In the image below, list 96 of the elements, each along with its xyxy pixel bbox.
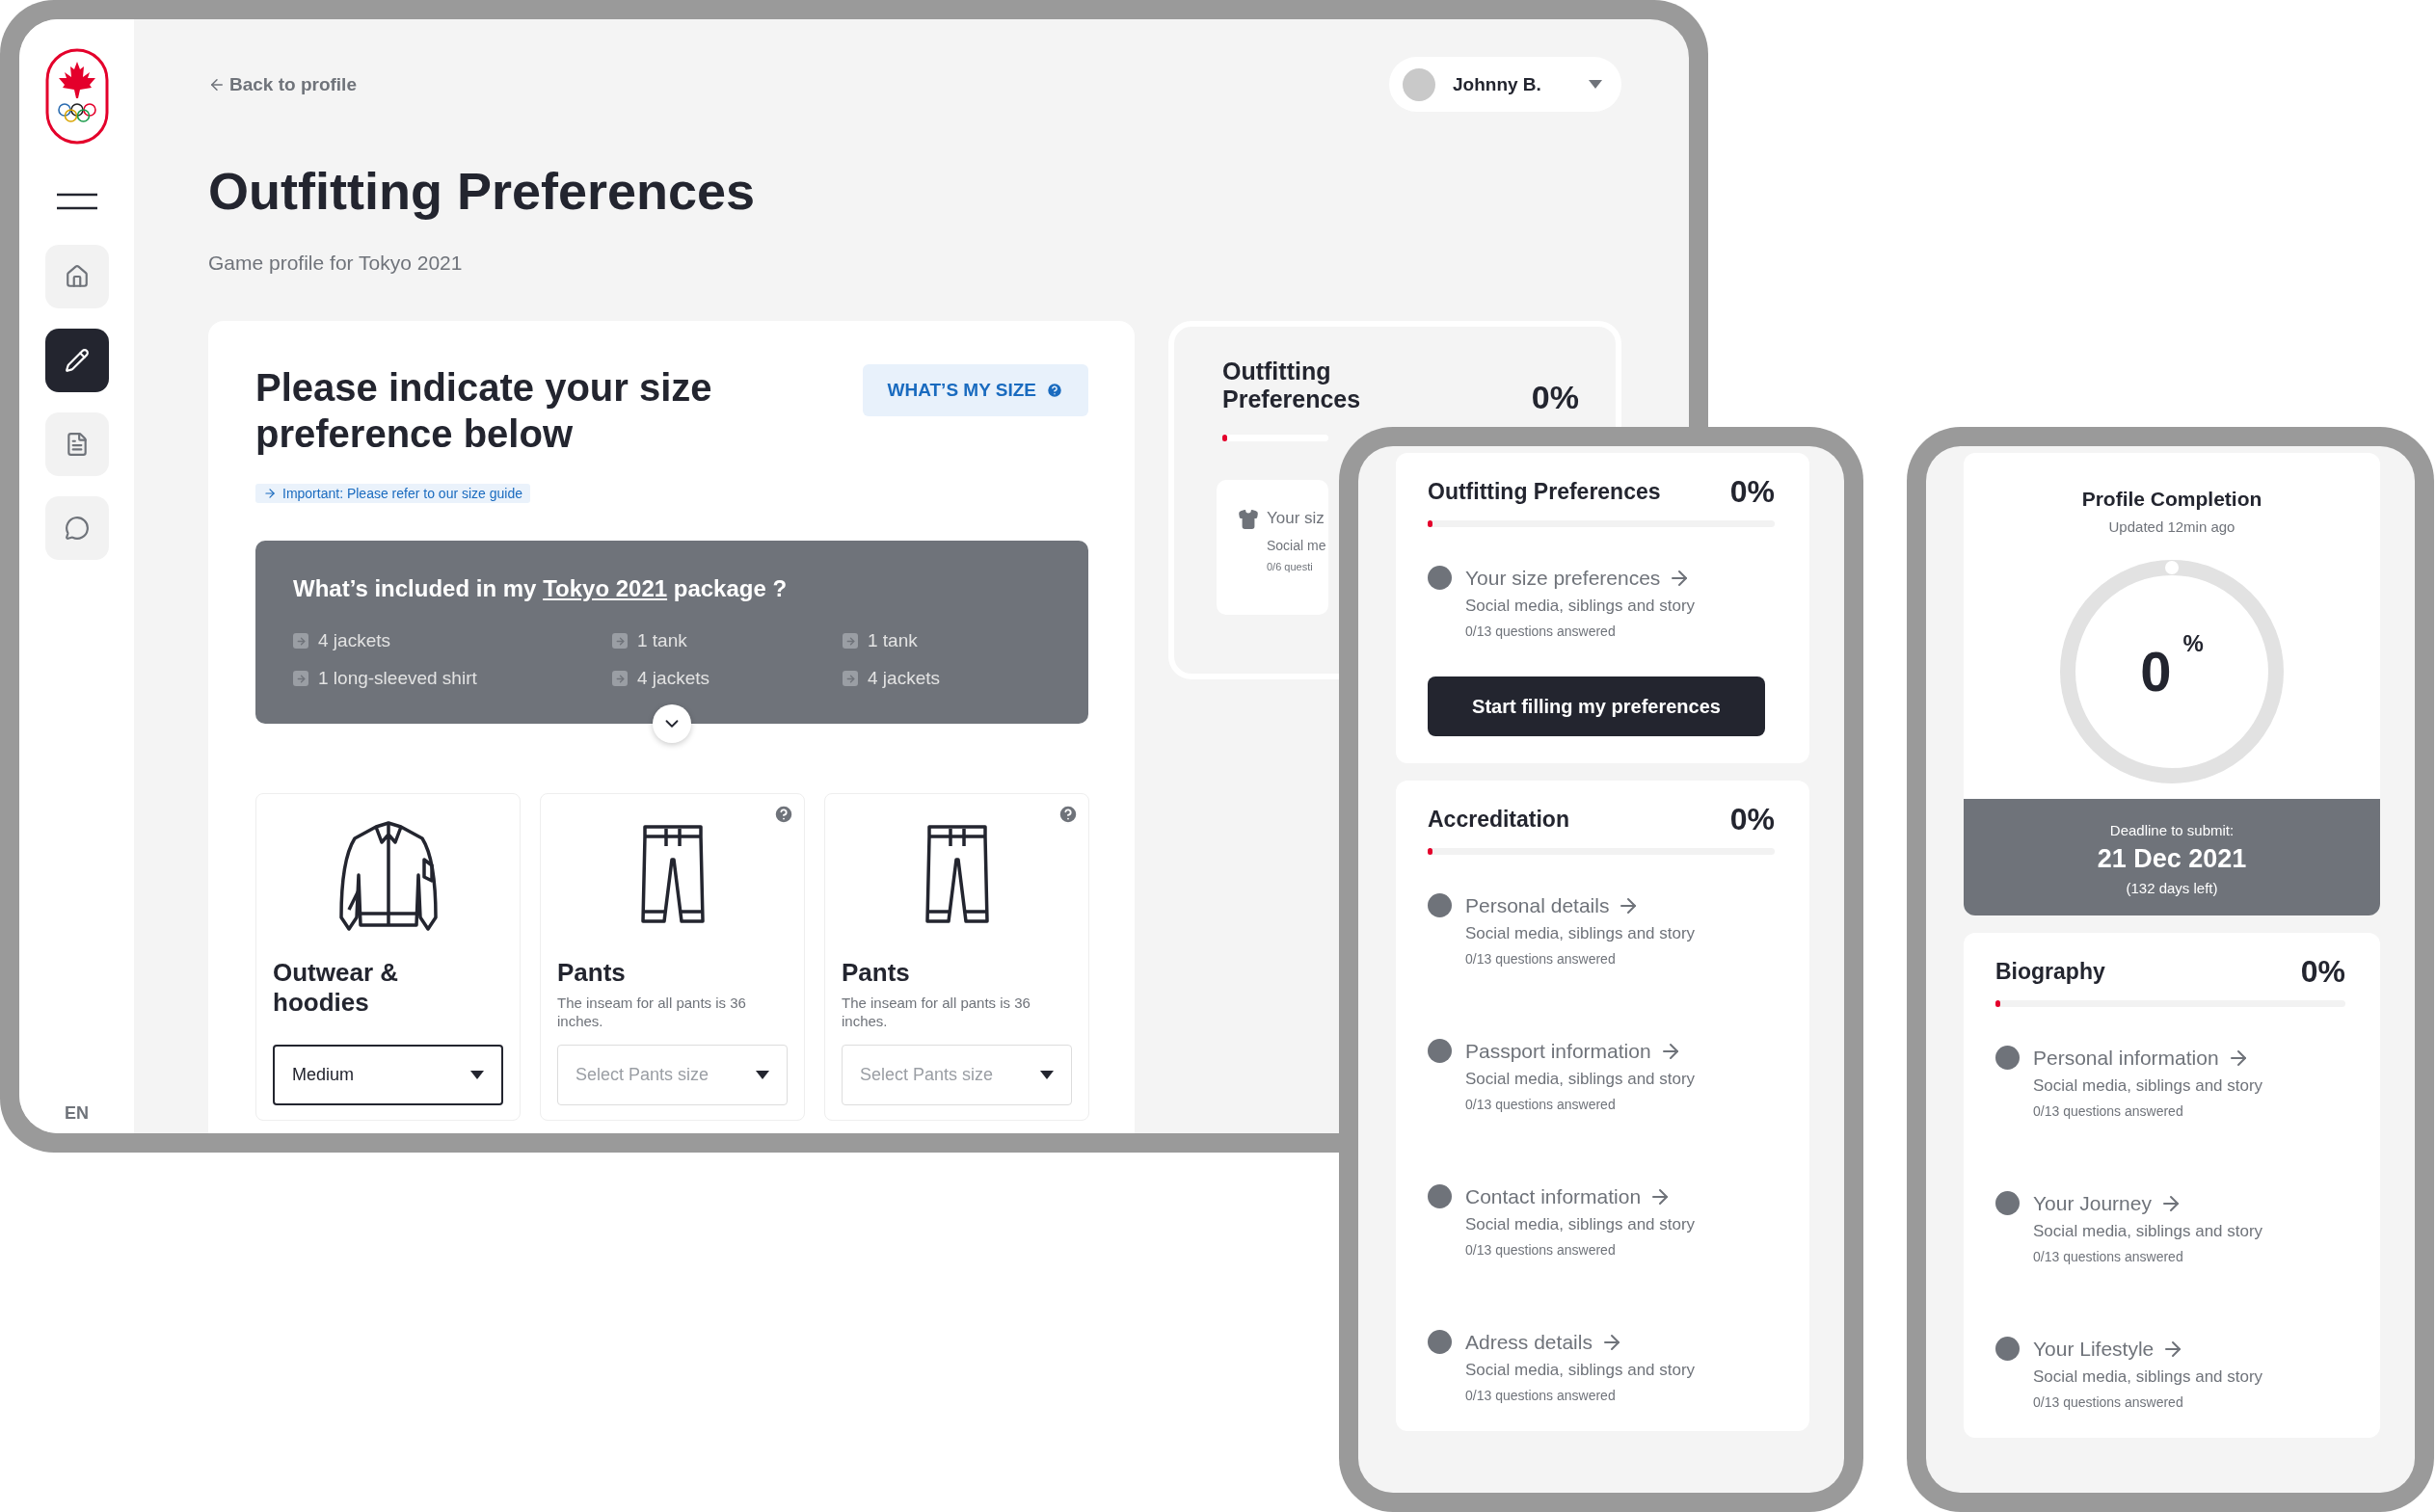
start-button[interactable]: Start filling my preferences xyxy=(1428,676,1765,736)
summary-title: Outfitting Preferences xyxy=(1222,358,1362,413)
section-percent: 0% xyxy=(1729,804,1775,835)
size-help-button[interactable]: WHAT’S MY SIZE xyxy=(862,364,1088,416)
package-item: 4 jackets xyxy=(637,667,709,690)
package-heading: What’s included in my Tokyo 2021 package ? xyxy=(293,575,789,602)
deadline-label: Deadline to submit: xyxy=(2109,822,2235,838)
status-dot xyxy=(1428,1330,1452,1354)
size-select[interactable]: Medium xyxy=(273,1045,503,1105)
status-dot xyxy=(1428,566,1452,590)
pencil-icon xyxy=(64,348,90,373)
size-select[interactable]: Select Pants size xyxy=(842,1045,1072,1105)
item-description: Social media, siblings and story xyxy=(1465,1214,1697,1235)
section-link[interactable]: Your Journey xyxy=(2033,1191,2182,1215)
help-icon[interactable] xyxy=(1057,804,1079,825)
product-title: Pants xyxy=(842,958,911,988)
status-dot xyxy=(1995,1191,2020,1215)
summary-item-title: Your siz xyxy=(1267,509,1325,528)
question-count: 0/13 questions answered xyxy=(1465,623,1617,640)
section-link[interactable]: Passport information xyxy=(1465,1039,1682,1063)
summary-item-description: Social me xyxy=(1267,538,1326,553)
shirt-icon xyxy=(1238,509,1259,530)
item-description: Social media, siblings and story xyxy=(1465,1069,1697,1090)
question-count: 0/13 questions answered xyxy=(2033,1102,2184,1120)
note-text: Important: Please refer to our size guide xyxy=(282,486,523,501)
menu-icon[interactable] xyxy=(56,193,97,210)
item-description: Social media, siblings and story xyxy=(2033,1075,2264,1097)
section-link[interactable]: Your size preferences xyxy=(1465,566,1692,590)
bullet-icon xyxy=(843,671,858,686)
package-item: 4 jackets xyxy=(318,629,390,652)
chat-bubble-icon xyxy=(64,516,90,541)
question-count: 0/13 questions answered xyxy=(1465,950,1617,968)
package-item: 4 jackets xyxy=(868,667,940,690)
caret-icon xyxy=(756,1071,769,1079)
section-link[interactable]: Adress details xyxy=(1465,1330,1623,1354)
section-link[interactable]: Your Lifestyle xyxy=(2033,1337,2185,1361)
question-count: 0/13 questions answered xyxy=(2033,1393,2184,1411)
item-description: Social media, siblings and story xyxy=(2033,1366,2264,1388)
section-link[interactable]: Contact information xyxy=(1465,1184,1673,1208)
status-dot xyxy=(1995,1337,2020,1361)
item-description: Social media, siblings and story xyxy=(2033,1221,2264,1242)
page-title: Outfitting Preferences xyxy=(208,161,757,222)
caret-icon xyxy=(470,1071,484,1079)
question-count: 0/13 questions answered xyxy=(1465,1096,1617,1113)
bullet-icon xyxy=(293,671,308,686)
product-description: The inseam for all pants is 36 inches. xyxy=(842,994,1031,1030)
section-title: Outfitting Preferences xyxy=(1428,478,1661,505)
status-dot xyxy=(1995,1046,2020,1070)
completion-title: Profile Completion xyxy=(2081,488,2262,511)
item-description: Social media, siblings and story xyxy=(1465,923,1697,944)
summary-percent: 0% xyxy=(1531,381,1579,413)
package-item: 1 tank xyxy=(637,629,687,652)
package-link[interactable]: Tokyo 2021 xyxy=(543,575,668,601)
bullet-icon xyxy=(612,633,628,649)
avatar xyxy=(1403,67,1435,101)
page-subtitle: Game profile for Tokyo 2021 xyxy=(208,251,464,276)
question-count: 0/13 questions answered xyxy=(1465,1387,1617,1404)
product-title: Outwear & hoodies xyxy=(273,958,400,1018)
caret-icon xyxy=(1589,80,1602,89)
section-percent: 0% xyxy=(1729,476,1775,507)
user-menu[interactable]: Johnny B. xyxy=(1389,57,1621,112)
size-select[interactable]: Select Pants size xyxy=(557,1045,788,1105)
nav-button[interactable] xyxy=(44,329,109,392)
summary-item-count: 0/6 questi xyxy=(1267,561,1314,572)
product-title: Pants xyxy=(557,958,627,988)
package-item: 1 tank xyxy=(868,629,918,652)
question-count: 0/13 questions answered xyxy=(1465,1241,1617,1259)
status-dot xyxy=(1428,893,1452,917)
expand-button[interactable] xyxy=(653,704,691,743)
completion-unit: % xyxy=(2182,630,2204,657)
bullet-icon xyxy=(612,671,628,686)
section-link[interactable]: Personal information xyxy=(2033,1046,2250,1070)
deadline-date: 21 Dec 2021 xyxy=(2097,844,2247,874)
days-left: (132 days left) xyxy=(2126,880,2218,896)
completion-value: 0 xyxy=(2140,644,2172,700)
status-dot xyxy=(1428,1039,1452,1063)
section-percent: 0% xyxy=(2300,956,2345,987)
item-description: Social media, siblings and story xyxy=(1465,1360,1697,1381)
section-title: Biography xyxy=(1995,958,2105,985)
help-icon xyxy=(1046,382,1063,399)
section-link[interactable]: Personal details xyxy=(1465,893,1641,917)
help-icon[interactable] xyxy=(773,804,794,825)
product-description: The inseam for all pants is 36 inches. xyxy=(557,994,747,1030)
back-link[interactable]: Back to profile xyxy=(208,73,357,95)
item-description: Social media, siblings and story xyxy=(1465,596,1697,617)
updated-text: Updated 12min ago xyxy=(2108,518,2235,535)
question-count: 0/13 questions answered xyxy=(2033,1248,2184,1265)
package-item: 1 long-sleeved shirt xyxy=(318,667,477,690)
caret-icon xyxy=(1040,1071,1054,1079)
language-link[interactable]: EN xyxy=(65,1103,89,1124)
status-dot xyxy=(1428,1184,1452,1208)
bullet-icon xyxy=(843,633,858,649)
home-icon xyxy=(64,264,90,289)
bullet-icon xyxy=(293,633,308,649)
section-title: Accreditation xyxy=(1428,806,1569,833)
size-heading: Please indicate your size preference below xyxy=(255,365,713,457)
